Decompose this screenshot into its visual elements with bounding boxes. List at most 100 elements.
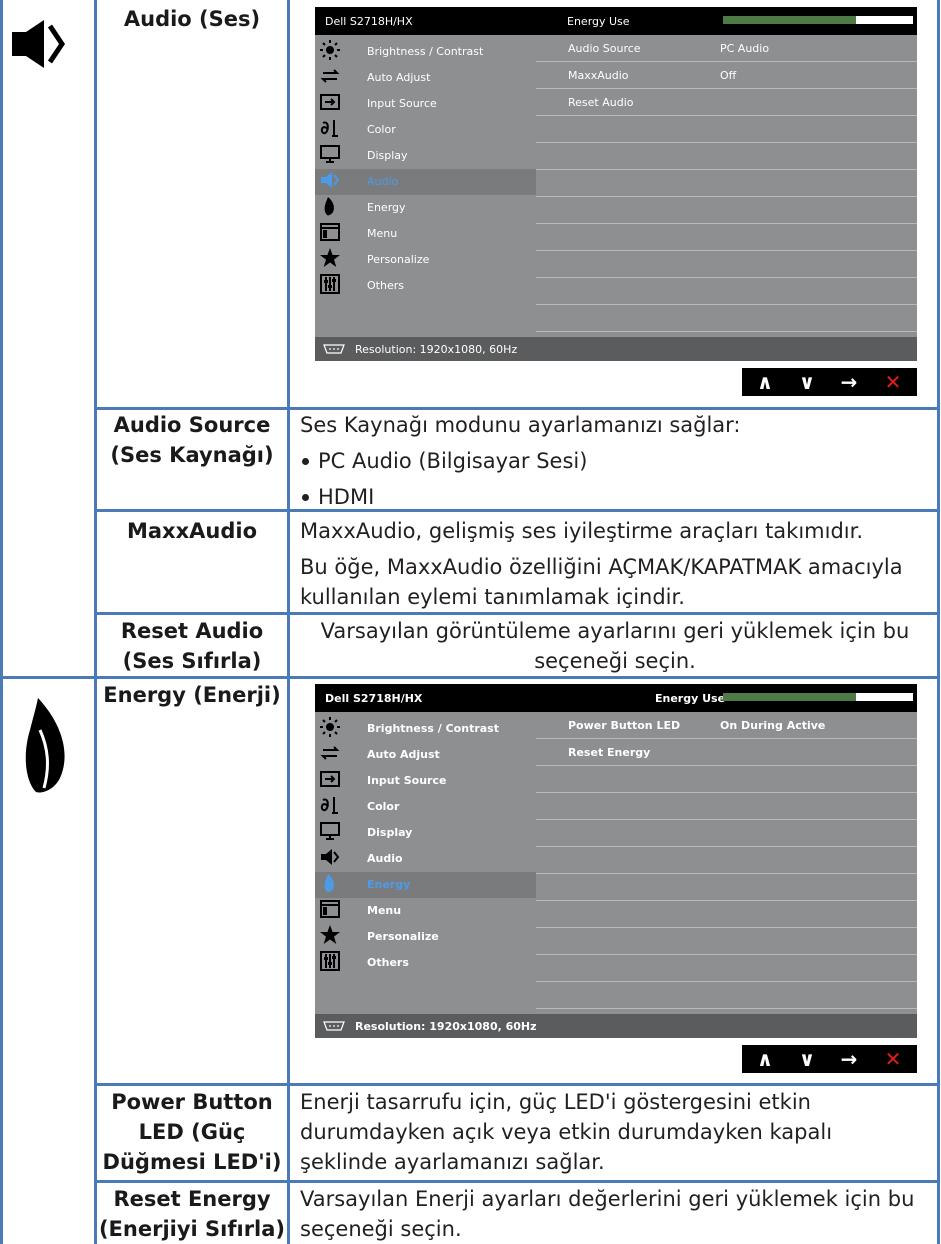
osd-menu-item-label: Input Source [367,97,437,110]
audio-source-option: HDMI [300,482,930,512]
osd-menu-item-input-source[interactable]: Input Source [315,768,536,794]
speaker-icon [319,846,341,868]
osd-model-title: Dell S2718H/HX [325,692,423,705]
osd-menu-item-menu[interactable]: Menu [315,898,536,924]
maxxaudio-description: MaxxAudio, gelişmiş ses iyileştirme araç… [300,516,930,612]
osd-submenu-row[interactable]: Audio Source PC Audio [536,35,917,62]
up-arrow-button[interactable]: ∧ [750,368,780,396]
osd-menu-item-others[interactable]: Others [315,950,536,976]
menu-window-icon [319,221,341,243]
osd-model-title: Dell S2718H/HX [325,15,413,28]
color-icon [319,117,341,139]
energy-use-bar-fill [723,693,856,701]
osd-setting-name: Reset Audio [568,96,634,109]
osd-menu-item-brightness-contrast[interactable]: Brightness / Contrast [315,716,536,742]
osd-menu-item-label: Audio [367,852,403,865]
up-arrow-icon: ∧ [756,370,774,394]
osd-energy-use-label: Energy Use [567,15,630,28]
star-icon [319,247,341,269]
osd-header: Dell S2718H/HX Energy Use [315,7,917,35]
reset-audio-label: Reset Audio (Ses Sıfırla) [120,619,264,673]
sun-icon [319,39,341,61]
osd-submenu-row[interactable]: Reset Audio [536,89,917,116]
osd-submenu-row [536,874,917,901]
osd-submenu-row [536,766,917,793]
osd-menu-item-display[interactable]: Display [315,143,536,169]
osd-submenu-row [536,793,917,820]
up-arrow-button[interactable]: ∧ [750,1045,780,1073]
osd-menu: Brightness / Contrast Auto Adjust Input So… [315,712,536,1014]
osd-submenu-row [536,847,917,874]
right-arrow-button[interactable]: → [834,1045,864,1073]
vga-connector-icon [323,344,345,354]
table-divider-label-col [287,0,290,1244]
osd-energy-use-label: Energy Use [655,692,726,705]
row-line-maxxaudio-end [94,612,940,615]
osd-header: Dell S2718H/HX Energy Use [315,684,917,712]
osd-menu-item-label: Brightness / Contrast [367,722,499,735]
osd-menu-item-label: Input Source [367,774,447,787]
down-arrow-button[interactable]: ∨ [792,1045,822,1073]
osd-menu-item-label: Display [367,826,413,839]
power-button-led-text: Enerji tasarrufu için, güç LED'i gösterg… [300,1090,833,1174]
osd-menu-item-others[interactable]: Others [315,273,536,299]
reset-energy-label: Reset Energy (Enerjiyi Sıfırla) [98,1187,286,1241]
osd-menu-item-label: Color [367,800,400,813]
osd-menu-item-label: Others [367,279,404,292]
osd-submenu-row [536,820,917,847]
energy-osd-screenshot: Dell S2718H/HX Energy Use Brightness / C… [315,684,917,1038]
osd-menu-item-color[interactable]: Color [315,794,536,820]
osd-menu-item-input-source[interactable]: Input Source [315,91,536,117]
osd-submenu-row[interactable]: MaxxAudio Off [536,62,917,89]
auto-adjust-arrows-icon [319,65,341,87]
osd-setting-value: PC Audio [720,42,770,55]
leaf-icon [319,195,341,217]
audio-section-icon [10,18,70,70]
energy-use-bar-fill [723,16,856,24]
maxxaudio-label: MaxxAudio [126,519,258,543]
osd-submenu-row[interactable]: Reset Energy [536,739,917,766]
osd-submenu-row [536,278,917,305]
energy-section-label: Energy (Enerji) [103,683,281,707]
star-icon [319,924,341,946]
osd-menu-item-brightness-contrast[interactable]: Brightness / Contrast [315,39,536,65]
input-source-icon [319,91,341,113]
close-button[interactable]: ✕ [878,368,908,396]
osd-submenu-row [536,143,917,170]
osd-menu-item-energy[interactable]: Energy [315,872,536,898]
osd-menu-item-menu[interactable]: Menu [315,221,536,247]
audio-source-label: Audio Source (Ses Kaynağı) [110,413,274,467]
osd-nav-buttons: ∧ ∨ → ✕ [742,1045,917,1073]
osd-menu-item-display[interactable]: Display [315,820,536,846]
osd-menu-item-auto-adjust[interactable]: Auto Adjust [315,742,536,768]
close-button[interactable]: ✕ [878,1045,908,1073]
osd-menu-item-label: Energy [367,201,406,214]
osd-menu-item-audio[interactable]: Audio [315,169,536,195]
osd-setting-name: MaxxAudio [568,69,629,82]
osd-menu-item-label: Auto Adjust [367,71,431,84]
osd-menu-item-auto-adjust[interactable]: Auto Adjust [315,65,536,91]
osd-setting-name: Power Button LED [568,719,681,732]
osd-submenu-row [536,955,917,982]
speaker-icon [319,169,341,191]
menu-window-icon [319,898,341,920]
right-arrow-button[interactable]: → [834,368,864,396]
leaf-icon [25,698,65,793]
power-button-led-label: Power Button LED (Güç Düğmesi LED'i) [102,1090,282,1174]
osd-menu-item-label: Auto Adjust [367,748,440,761]
osd-menu-item-personalize[interactable]: Personalize [315,247,536,273]
osd-menu-item-color[interactable]: Color [315,117,536,143]
osd-nav-buttons: ∧ ∨ → ✕ [742,368,917,396]
osd-menu-item-personalize[interactable]: Personalize [315,924,536,950]
down-arrow-button[interactable]: ∨ [792,368,822,396]
power-button-led-description: Enerji tasarrufu için, güç LED'i gösterg… [300,1087,900,1177]
reset-energy-text: Varsayılan Enerji ayarları değerlerini g… [300,1187,915,1241]
osd-menu-item-energy[interactable]: Energy [315,195,536,221]
osd-submenu-row [536,224,917,251]
row-line-energy-osd-end [94,1083,940,1086]
osd-menu-item-audio[interactable]: Audio [315,846,536,872]
osd-submenu-row[interactable]: Power Button LED On During Active [536,712,917,739]
osd-resolution: Resolution: 1920x1080, 60Hz [355,1020,537,1033]
leaf-icon [319,872,341,894]
osd-submenu: Power Button LED On During Active Reset En… [536,712,917,1014]
